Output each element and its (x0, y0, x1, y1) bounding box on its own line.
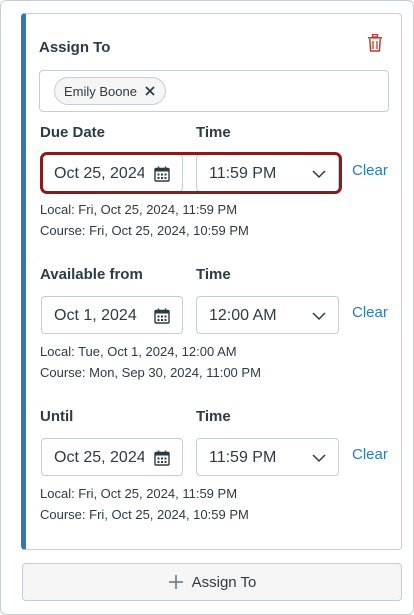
assignee-name: Emily Boone (64, 83, 137, 99)
due-time-select[interactable]: 11:59 PM (196, 154, 339, 192)
calendar-icon[interactable] (154, 450, 170, 466)
due-local-time: Local: Fri, Oct 25, 2024, 11:59 PM (40, 202, 238, 217)
until-time-value: 11:59 PM (209, 449, 277, 466)
assign-to-label: Assign To (39, 39, 111, 56)
calendar-icon[interactable] (154, 308, 170, 324)
due-time-value: 11:59 PM (209, 165, 277, 182)
due-time-label: Time (196, 124, 231, 141)
add-assign-to-button[interactable]: Assign To (22, 563, 402, 601)
until-date-value: Oct 25, 2024 (54, 449, 144, 466)
due-date-label: Due Date (40, 124, 106, 141)
due-course-time: Course: Fri, Oct 25, 2024, 10:59 PM (40, 223, 249, 238)
until-label: Until (40, 408, 74, 425)
due-date-input[interactable]: Oct 25, 2024 (41, 154, 183, 192)
chevron-down-icon (312, 170, 326, 179)
available-from-date-value: Oct 1, 2024 (54, 307, 137, 324)
chevron-down-icon (312, 312, 326, 321)
available-from-time-select[interactable]: 12:00 AM (196, 296, 339, 334)
trash-icon (368, 34, 382, 52)
until-date-input[interactable]: Oct 25, 2024 (41, 438, 183, 476)
assignee-tag[interactable]: Emily Boone (54, 77, 166, 105)
available-from-date-input[interactable]: Oct 1, 2024 (41, 296, 183, 334)
add-assign-to-label: Assign To (191, 573, 257, 591)
clear-until-button[interactable]: Clear (352, 446, 388, 463)
chevron-down-icon (312, 454, 326, 463)
assign-panel: Assign To Emily Boone Due Date Time Oct … (0, 0, 414, 615)
until-time-select[interactable]: 11:59 PM (196, 438, 339, 476)
delete-card-button[interactable] (365, 33, 385, 53)
calendar-icon[interactable] (154, 166, 170, 182)
until-course-time: Course: Fri, Oct 25, 2024, 10:59 PM (40, 507, 249, 522)
available-local-time: Local: Tue, Oct 1, 2024, 12:00 AM (40, 344, 237, 359)
remove-icon[interactable] (143, 84, 157, 98)
clear-available-from-button[interactable]: Clear (352, 304, 388, 321)
available-time-label: Time (196, 266, 231, 283)
available-from-label: Available from (40, 266, 143, 283)
assign-to-input[interactable]: Emily Boone (39, 70, 389, 112)
until-time-label: Time (196, 408, 231, 425)
until-local-time: Local: Fri, Oct 25, 2024, 11:59 PM (40, 486, 238, 501)
due-date-value: Oct 25, 2024 (54, 165, 144, 182)
plus-icon (168, 575, 183, 589)
available-course-time: Course: Mon, Sep 30, 2024, 11:00 PM (40, 365, 261, 380)
clear-due-date-button[interactable]: Clear (352, 162, 388, 179)
available-from-time-value: 12:00 AM (209, 307, 277, 324)
